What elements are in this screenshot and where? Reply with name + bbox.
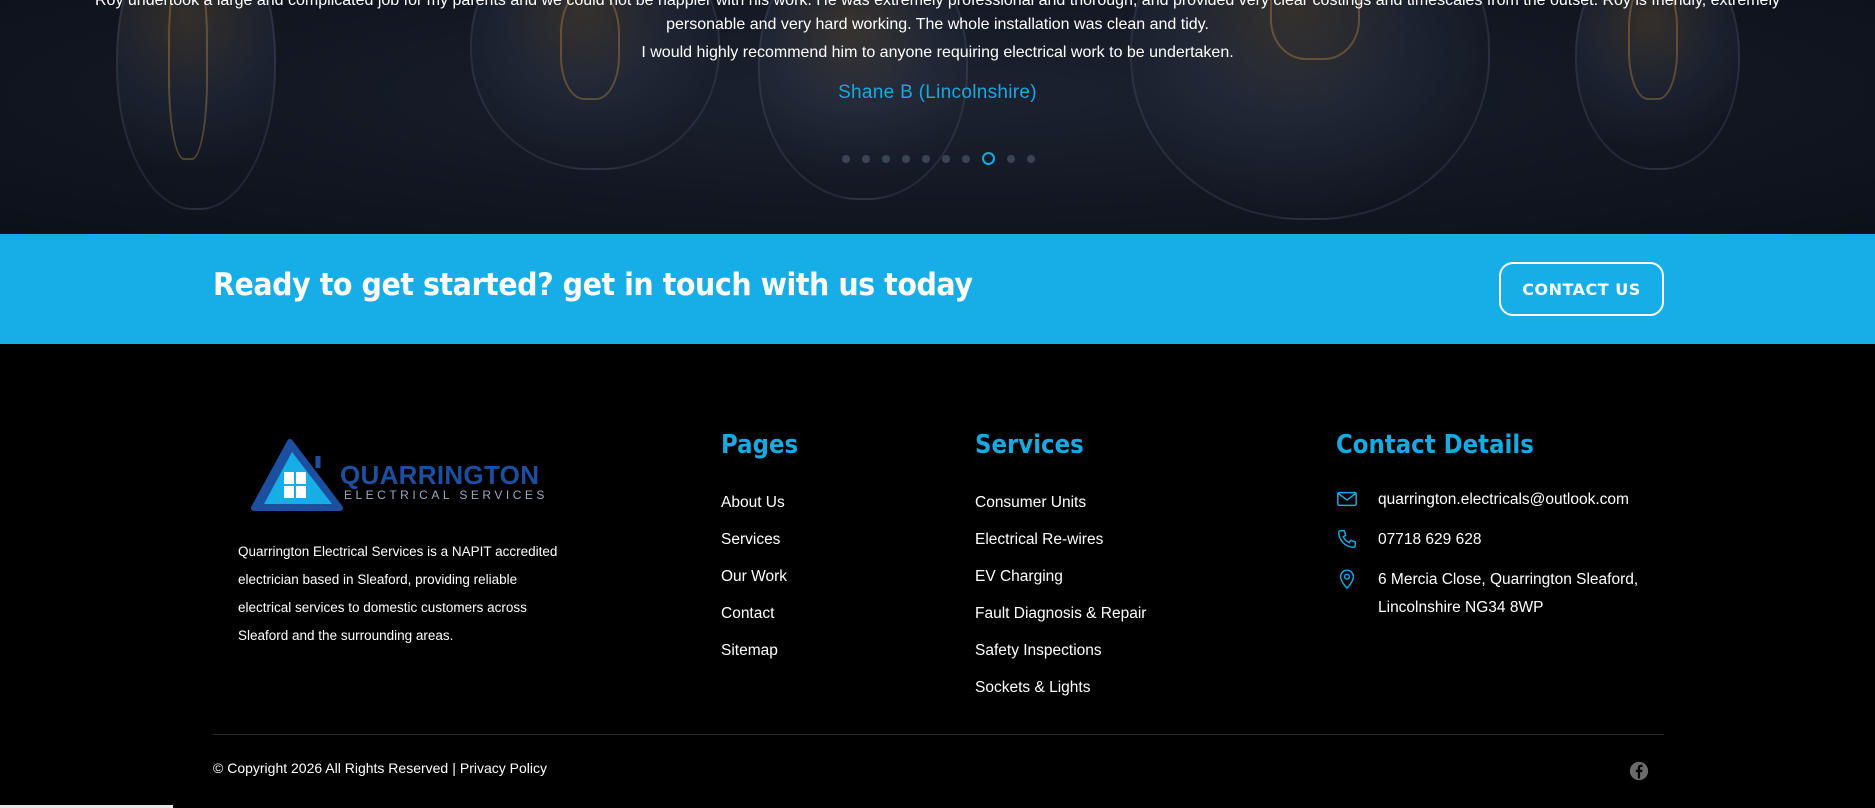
footer-link-about-us[interactable]: About Us (721, 484, 787, 521)
site-footer: QUARRINGTON ELECTRICAL SERVICES Quarring… (0, 344, 1875, 808)
contact-heading: Contact Details (1336, 430, 1534, 460)
slider-dot[interactable] (922, 154, 930, 163)
cta-banner: Ready to get started? get in touch with … (0, 234, 1875, 344)
footer-link-label[interactable]: Sockets & Lights (975, 679, 1090, 696)
footer-link-label[interactable]: Electrical Re-wires (975, 531, 1103, 548)
slider-dot[interactable] (842, 154, 850, 163)
footer-link-sitemap[interactable]: Sitemap (721, 632, 787, 669)
contact-phone[interactable]: 07718 629 628 (1378, 526, 1481, 554)
slider-dot[interactable] (962, 154, 970, 163)
footer-link-label[interactable]: Fault Diagnosis & Repair (975, 605, 1146, 622)
pages-list: About Us Services Our Work Contact Sitem… (721, 484, 787, 669)
cta-title: Ready to get started? get in touch with … (213, 267, 973, 303)
footer-link-consumer-units[interactable]: Consumer Units (975, 484, 1146, 521)
footer-about-text: Quarrington Electrical Services is a NAP… (238, 544, 558, 643)
footer-link-safety-inspections[interactable]: Safety Inspections (975, 632, 1146, 669)
footer-link-label[interactable]: Services (721, 531, 780, 548)
envelope-icon (1337, 491, 1357, 507)
contact-address: 6 Mercia Close, Quarrington Sleaford, Li… (1378, 566, 1638, 622)
logo-subtitle: ELECTRICAL SERVICES (344, 488, 548, 502)
footer-link-ev-charging[interactable]: EV Charging (975, 558, 1146, 595)
slider-dot-active[interactable] (982, 152, 995, 165)
footer-link-label[interactable]: Safety Inspections (975, 642, 1102, 659)
footer-link-label[interactable]: Our Work (721, 568, 787, 585)
slider-dot[interactable] (1007, 154, 1015, 163)
address-line: Lincolnshire NG34 8WP (1378, 599, 1544, 616)
slider-pagination (842, 152, 1035, 165)
slider-dot[interactable] (902, 154, 910, 163)
facebook-icon[interactable] (1628, 760, 1650, 782)
contact-us-button[interactable]: CONTACT US (1499, 262, 1664, 316)
footer-link-label[interactable]: EV Charging (975, 568, 1063, 585)
phone-icon (1338, 530, 1356, 548)
address-line: 6 Mercia Close, Quarrington Sleaford, (1378, 571, 1639, 588)
contact-phone-row[interactable]: 07718 629 628 (1336, 526, 1481, 554)
slider-dot[interactable] (942, 154, 950, 163)
copyright-text: © Copyright 2026 All Rights Reserved (213, 760, 449, 776)
services-list: Consumer Units Electrical Re-wires EV Ch… (975, 484, 1146, 706)
slider-dot[interactable] (1027, 154, 1035, 163)
footer-link-contact[interactable]: Contact (721, 595, 787, 632)
footer-link-sockets-lights[interactable]: Sockets & Lights (975, 669, 1146, 706)
services-heading: Services (975, 430, 1084, 460)
footer-link-electrical-rewires[interactable]: Electrical Re-wires (975, 521, 1146, 558)
footer-link-label[interactable]: Consumer Units (975, 494, 1086, 511)
copyright-bar: © Copyright 2026 All Rights Reserved | Pri… (213, 760, 547, 776)
testimonial-quote-line: Roy undertook a large and complicated jo… (95, 0, 1780, 9)
footer-link-label[interactable]: Sitemap (721, 642, 778, 659)
privacy-policy-link[interactable]: Privacy Policy (460, 760, 547, 776)
footer-link-label[interactable]: About Us (721, 494, 785, 511)
testimonial-author: Shane B (Lincolnshire) (838, 82, 1037, 103)
footer-link-services[interactable]: Services (721, 521, 787, 558)
footer-divider (213, 734, 1664, 735)
footer-link-our-work[interactable]: Our Work (721, 558, 787, 595)
testimonial-quote-line: I would highly recommend him to anyone r… (641, 44, 1234, 61)
footer-link-label[interactable]: Contact (721, 605, 774, 622)
contact-address-row: 6 Mercia Close, Quarrington Sleaford, Li… (1336, 566, 1638, 622)
map-pin-icon (1339, 569, 1355, 590)
logo-name: QUARRINGTON (340, 460, 540, 490)
slider-dot[interactable] (862, 154, 870, 163)
pages-heading: Pages (721, 430, 799, 460)
slider-dot[interactable] (882, 154, 890, 163)
footer-link-fault-diagnosis[interactable]: Fault Diagnosis & Repair (975, 595, 1146, 632)
contact-email[interactable]: quarrington.electricals@outlook.com (1378, 486, 1629, 514)
testimonial-quote-line: personable and very hard working. The wh… (666, 16, 1209, 33)
testimonial-section: Roy undertook a large and complicated jo… (0, 0, 1875, 234)
contact-email-row[interactable]: quarrington.electricals@outlook.com (1336, 486, 1629, 514)
